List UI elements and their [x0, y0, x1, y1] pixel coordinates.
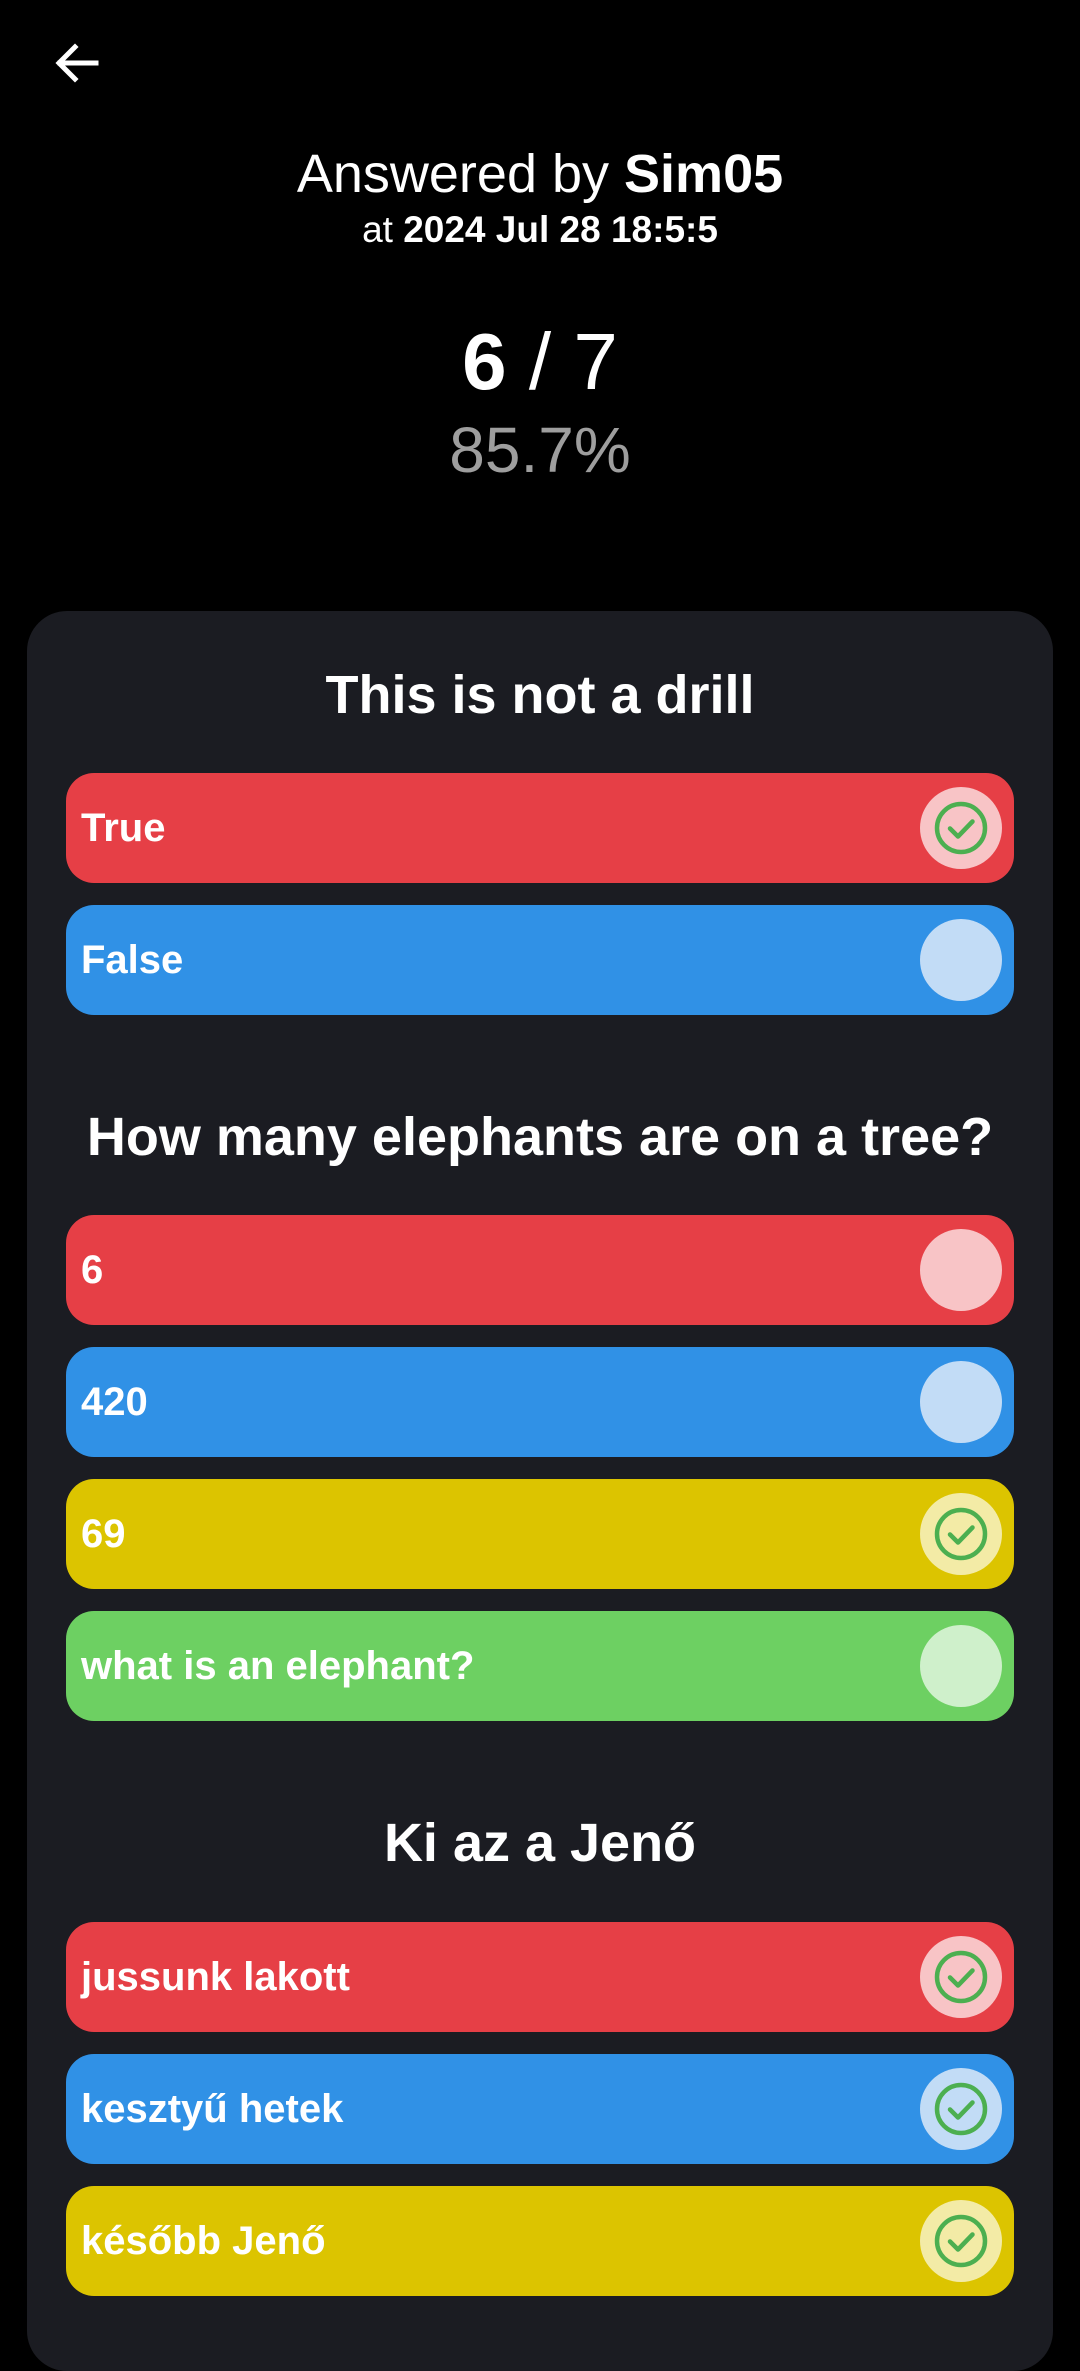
answer-label: False: [81, 938, 184, 982]
check-circle-icon: [934, 1950, 988, 2004]
answer-indicator: [920, 1625, 1002, 1707]
question-title: This is not a drill: [325, 665, 755, 725]
answer-indicator: [920, 2068, 1002, 2150]
check-circle-icon: [934, 1507, 988, 1561]
check-circle-icon: [934, 2082, 988, 2136]
check-circle-icon: [934, 801, 988, 855]
answer-label: True: [81, 806, 166, 850]
answer-indicator: [920, 919, 1002, 1001]
arrow-left-icon: [55, 43, 99, 83]
answer-label: 69: [81, 1512, 126, 1556]
question-title: Ki az a Jenő: [383, 1813, 697, 1873]
answer-label: kesztyű hetek: [81, 2087, 344, 2131]
answer-option: 69: [66, 1479, 1014, 1589]
answer-option: kesztyű hetek: [66, 2054, 1014, 2164]
answer-option: False: [66, 905, 1014, 1015]
answer-indicator: [920, 1229, 1002, 1311]
user-name: Sim05: [624, 144, 784, 204]
answer-label: jussunk lakott: [81, 1955, 350, 1999]
score-total: 7: [573, 317, 618, 406]
answer-label: what is an elephant?: [81, 1644, 475, 1688]
at-prefix: at: [362, 209, 393, 250]
score-percent: 85.7%: [449, 414, 631, 486]
answer-indicator: [920, 1936, 1002, 2018]
answer-label: 420: [81, 1380, 148, 1424]
score: 6 / 7: [0, 314, 1080, 410]
answer-label: később Jenő: [81, 2219, 326, 2263]
answer-option: később Jenő: [66, 2186, 1014, 2296]
answered-at-line: at 2024 Jul 28 18:5:5: [0, 208, 1080, 252]
question-title: How many elephants are on a tree?: [86, 1107, 994, 1167]
answered-prefix: Answered by: [296, 144, 610, 204]
answer-label: 6: [81, 1248, 104, 1292]
answer-indicator: [920, 2200, 1002, 2282]
answer-option: jussunk lakott: [66, 1922, 1014, 2032]
answer-indicator: [920, 787, 1002, 869]
answers-card: This is not a drill True False How many …: [27, 611, 1053, 2371]
answer-option: 6: [66, 1215, 1014, 1325]
score-separator: /: [528, 317, 552, 406]
result-header: Answered by Sim05 at 2024 Jul 28 18:5:5 …: [0, 140, 1080, 490]
check-circle-icon: [934, 2214, 988, 2268]
answer-option: True: [66, 773, 1014, 883]
score-correct: 6: [462, 317, 507, 406]
back-button[interactable]: [44, 30, 110, 96]
answer-indicator: [920, 1493, 1002, 1575]
answer-option: what is an elephant?: [66, 1611, 1014, 1721]
answer-option: 420: [66, 1347, 1014, 1457]
answered-by-line: Answered by Sim05: [0, 140, 1080, 208]
answered-timestamp: 2024 Jul 28 18:5:5: [403, 209, 718, 250]
answer-indicator: [920, 1361, 1002, 1443]
